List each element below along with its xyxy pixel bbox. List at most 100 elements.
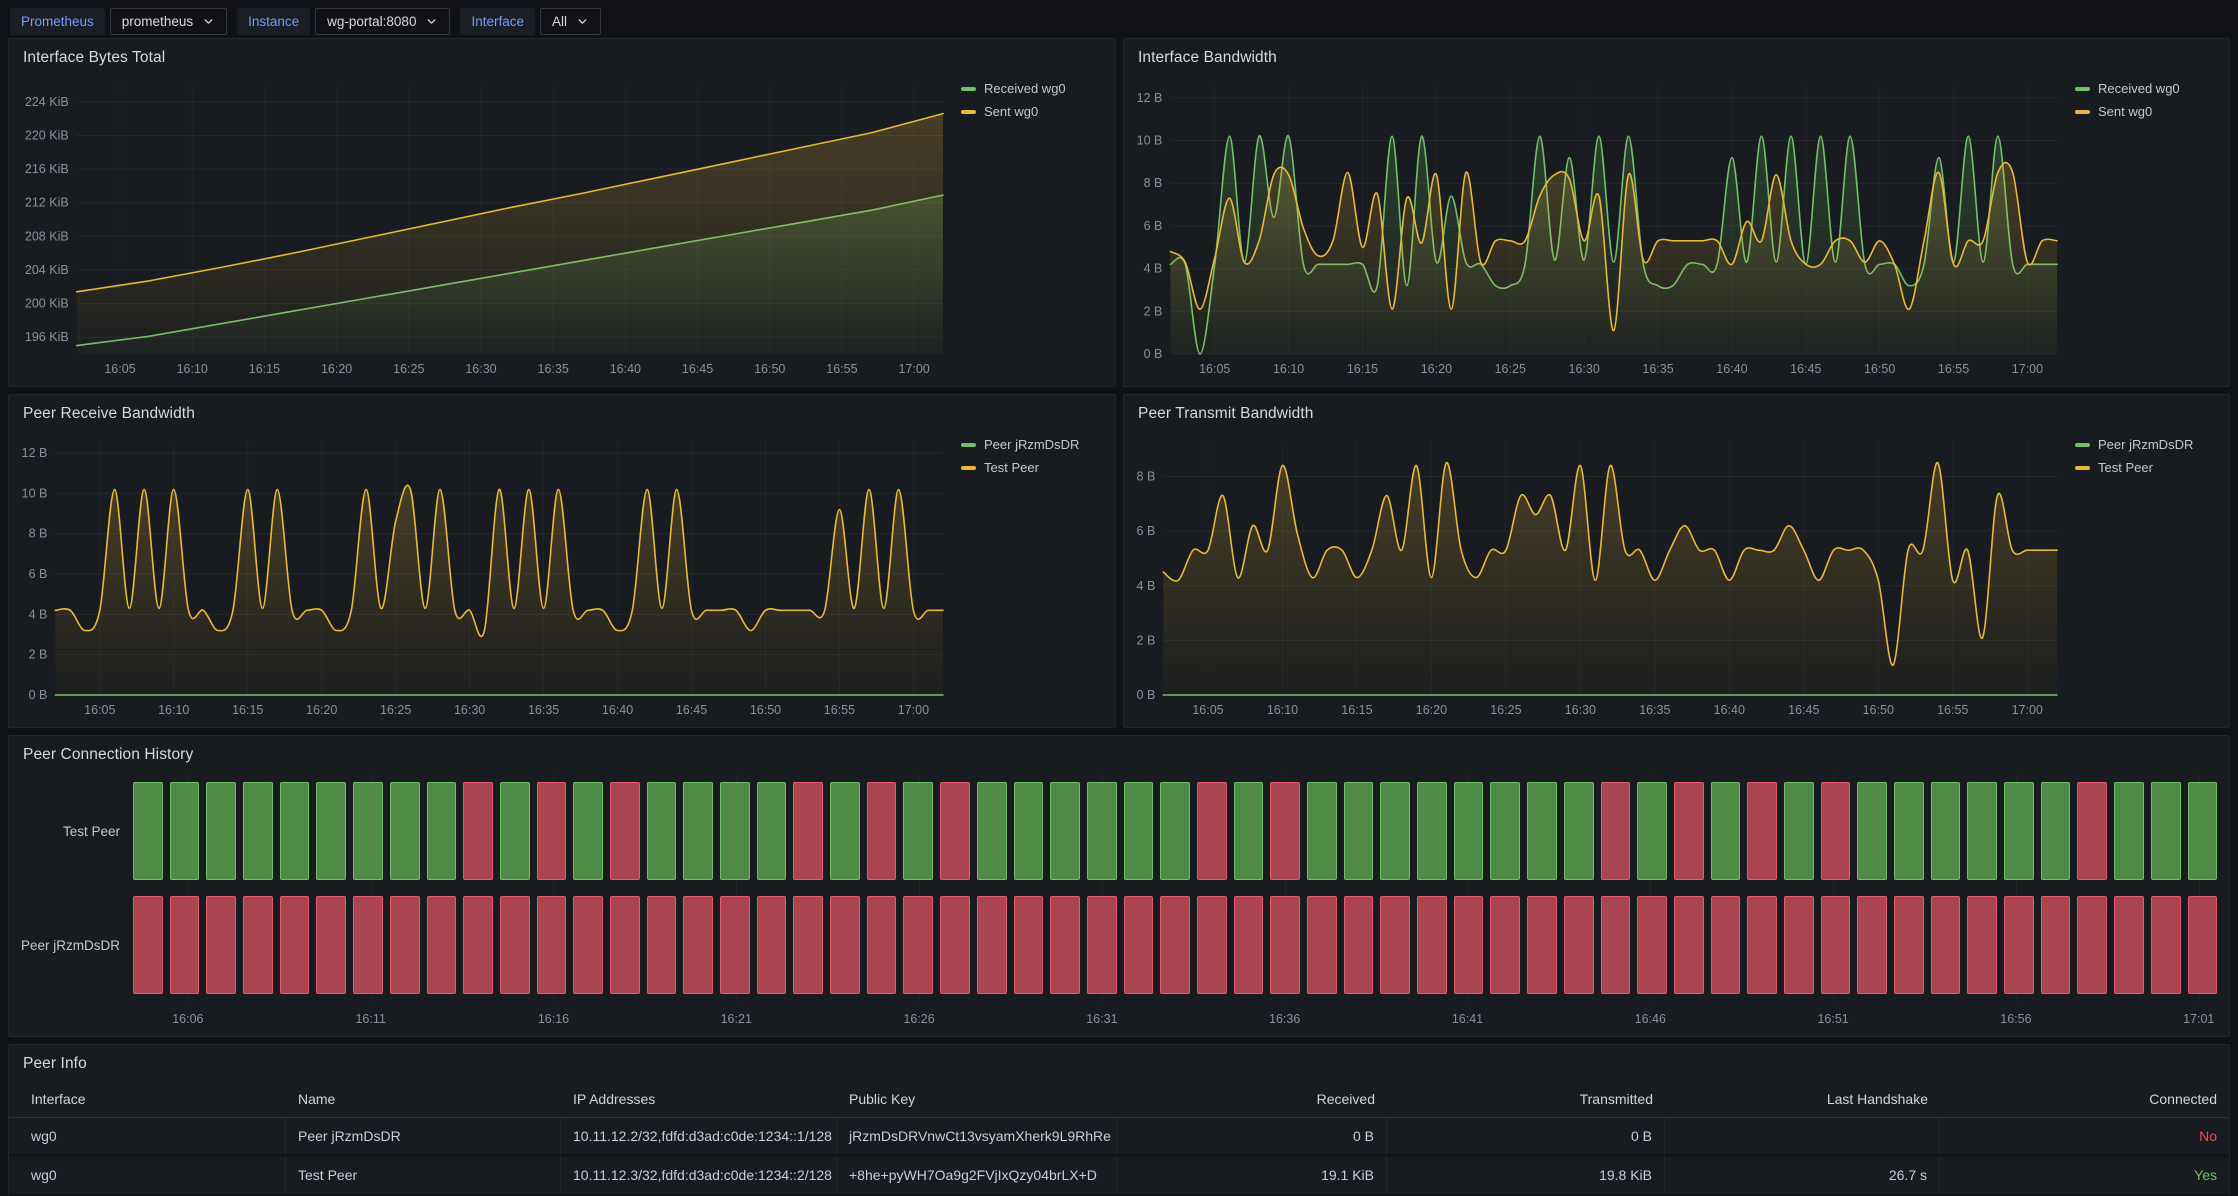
history-row	[133, 888, 2217, 1002]
svg-text:6 B: 6 B	[1137, 524, 1156, 538]
column-header-connected[interactable]: Connected	[1940, 1081, 2229, 1117]
history-row-labels: Test PeerPeer jRzmDsDR	[17, 774, 133, 1032]
svg-text:16:55: 16:55	[826, 362, 857, 376]
panel-title[interactable]: Peer Connection History	[9, 736, 2229, 772]
history-bars-area[interactable]: 16:0616:1116:1616:2116:2616:3116:3616:41…	[133, 774, 2217, 1032]
history-bar-connected	[1344, 782, 1374, 880]
column-header-name[interactable]: Name	[286, 1081, 561, 1117]
svg-text:8 B: 8 B	[1144, 176, 1163, 190]
history-bar-connected	[2041, 782, 2071, 880]
panel-interface-bandwidth: Interface Bandwidth 16:0516:1016:1516:20…	[1123, 38, 2230, 387]
cell-interface: wg0	[9, 1118, 286, 1154]
history-x-tick-label: 16:36	[1269, 1012, 1300, 1026]
variable-prometheus-value-dropdown[interactable]: prometheus	[110, 8, 227, 35]
chart-legend: Received wg0 Sent wg0	[949, 73, 1109, 380]
variable-interface-value-dropdown[interactable]: All	[540, 8, 601, 35]
history-bar-connected	[2151, 782, 2181, 880]
history-bar-disconnected	[1601, 782, 1631, 880]
column-header-ip-addresses[interactable]: IP Addresses	[561, 1081, 837, 1117]
legend-item[interactable]: Peer jRzmDsDR	[961, 437, 1107, 452]
svg-text:16:05: 16:05	[104, 362, 135, 376]
svg-text:16:05: 16:05	[84, 703, 115, 717]
history-bar-disconnected	[243, 896, 273, 994]
panel-title[interactable]: Interface Bandwidth	[1124, 39, 2229, 75]
svg-text:224 KiB: 224 KiB	[25, 95, 69, 109]
history-bar-disconnected	[206, 896, 236, 994]
peer-transmit-bandwidth-chart[interactable]: 16:0516:1016:1516:2016:2516:3016:3516:40…	[1130, 429, 2063, 721]
history-bar-disconnected	[1014, 896, 1044, 994]
svg-text:8 B: 8 B	[1137, 470, 1156, 484]
history-bar-connected	[1784, 782, 1814, 880]
svg-text:2 B: 2 B	[29, 648, 48, 662]
history-bar-connected	[316, 782, 346, 880]
column-header-transmitted[interactable]: Transmitted	[1387, 1081, 1665, 1117]
history-bar-connected	[683, 782, 713, 880]
panel-title[interactable]: Interface Bytes Total	[9, 39, 1115, 75]
variable-prometheus: Prometheus prometheus	[10, 8, 227, 35]
history-x-tick-label: 17:01	[2183, 1012, 2214, 1026]
history-bar-connected	[353, 782, 383, 880]
svg-text:16:15: 16:15	[232, 703, 263, 717]
column-header-last-handshake[interactable]: Last Handshake	[1665, 1081, 1940, 1117]
legend-series-label: Test Peer	[2098, 460, 2153, 475]
svg-text:216 KiB: 216 KiB	[25, 162, 69, 176]
svg-text:4 B: 4 B	[1137, 579, 1156, 593]
legend-series-label: Received wg0	[984, 81, 1066, 96]
variable-instance: Instance wg-portal:8080	[237, 8, 450, 35]
cell-transmitted: 19.8 KiB	[1387, 1157, 1665, 1193]
panel-title[interactable]: Peer Info	[9, 1045, 2229, 1081]
svg-text:212 KiB: 212 KiB	[25, 196, 69, 210]
variable-instance-label: Instance	[237, 8, 310, 35]
cell-transmitted: 0 B	[1387, 1118, 1665, 1154]
history-bar-disconnected	[1931, 896, 1961, 994]
legend-item[interactable]: Sent wg0	[961, 104, 1107, 119]
legend-series-label: Sent wg0	[2098, 104, 2152, 119]
history-bar-disconnected	[2077, 896, 2107, 994]
svg-text:16:40: 16:40	[610, 362, 641, 376]
history-bar-disconnected	[647, 896, 677, 994]
legend-item[interactable]: Received wg0	[961, 81, 1107, 96]
history-bar-disconnected	[1564, 896, 1594, 994]
svg-text:196 KiB: 196 KiB	[25, 330, 69, 344]
peer-receive-bandwidth-chart[interactable]: 16:0516:1016:1516:2016:2516:3016:3516:40…	[15, 429, 949, 721]
panel-title[interactable]: Peer Transmit Bandwidth	[1124, 395, 2229, 431]
legend-item[interactable]: Test Peer	[2075, 460, 2221, 475]
variable-instance-value-dropdown[interactable]: wg-portal:8080	[315, 8, 450, 35]
table-row: wg0 Peer jRzmDsDR 10.11.12.2/32,fdfd:d3a…	[9, 1118, 2229, 1157]
cell-ip-addresses: 10.11.12.2/32,fdfd:d3ad:c0de:1234::1/128	[561, 1118, 837, 1154]
legend-item[interactable]: Sent wg0	[2075, 104, 2221, 119]
interface-bytes-total-chart[interactable]: 16:0516:1016:1516:2016:2516:3016:3516:40…	[15, 73, 949, 380]
history-bar-connected	[1160, 782, 1190, 880]
legend-item[interactable]: Received wg0	[2075, 81, 2221, 96]
history-bar-connected	[1380, 782, 1410, 880]
svg-text:16:45: 16:45	[676, 703, 707, 717]
history-bar-connected	[1124, 782, 1154, 880]
history-bar-disconnected	[720, 896, 750, 994]
svg-text:16:20: 16:20	[306, 703, 337, 717]
legend-item[interactable]: Peer jRzmDsDR	[2075, 437, 2221, 452]
svg-text:16:40: 16:40	[1714, 703, 1745, 717]
history-bar-disconnected	[2188, 896, 2218, 994]
svg-text:16:35: 16:35	[538, 362, 569, 376]
svg-text:8 B: 8 B	[29, 527, 48, 541]
column-header-interface[interactable]: Interface	[9, 1081, 286, 1117]
column-header-received[interactable]: Received	[1117, 1081, 1387, 1117]
history-bar-disconnected	[170, 896, 200, 994]
panel-title[interactable]: Peer Receive Bandwidth	[9, 395, 1115, 431]
legend-item[interactable]: Test Peer	[961, 460, 1107, 475]
svg-text:16:30: 16:30	[465, 362, 496, 376]
column-header-public-key[interactable]: Public Key	[837, 1081, 1117, 1117]
legend-series-label: Peer jRzmDsDR	[2098, 437, 2193, 452]
history-bar-disconnected	[2151, 896, 2181, 994]
legend-series-swatch	[961, 466, 976, 470]
history-bar-connected	[280, 782, 310, 880]
svg-text:16:30: 16:30	[1565, 703, 1596, 717]
variable-prometheus-label: Prometheus	[10, 8, 105, 35]
history-bar-connected	[1490, 782, 1520, 880]
history-bar-connected	[830, 782, 860, 880]
history-bar-connected	[206, 782, 236, 880]
interface-bandwidth-chart[interactable]: 16:0516:1016:1516:2016:2516:3016:3516:40…	[1130, 73, 2063, 380]
history-row	[133, 774, 2217, 888]
history-x-tick-label: 16:46	[1635, 1012, 1666, 1026]
history-bar-connected	[2114, 782, 2144, 880]
